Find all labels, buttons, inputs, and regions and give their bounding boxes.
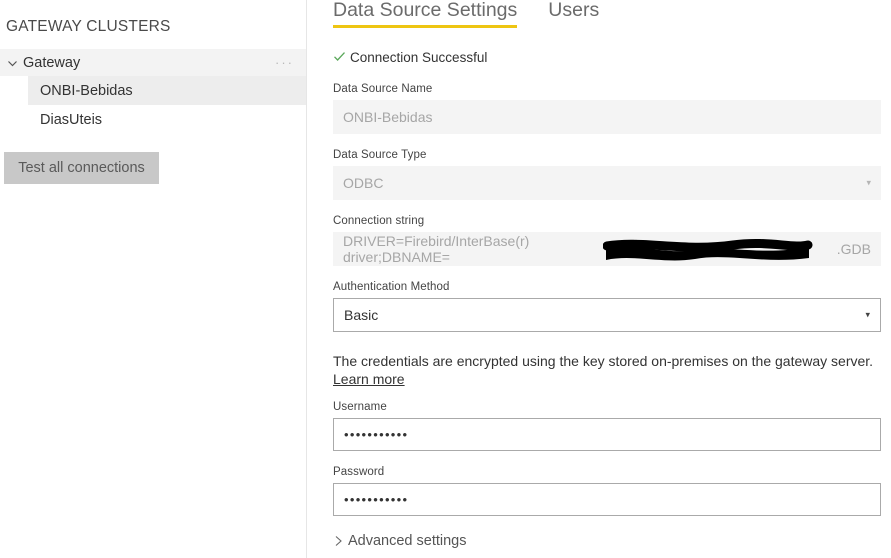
sidebar-item-diasuteis[interactable]: DiasUteis <box>28 105 306 134</box>
gateway-management-page: GATEWAY CLUSTERS Gateway ··· ONBI-Bebida… <box>0 0 891 558</box>
field-label: Password <box>333 466 385 478</box>
learn-more-link[interactable]: Learn more <box>333 371 405 387</box>
field-label: Data Source Type <box>333 149 427 161</box>
credentials-form: Username ••••••••••• Password ••••••••••… <box>333 400 881 516</box>
sidebar-heading: GATEWAY CLUSTERS <box>6 18 171 35</box>
credential-note: The credentials are encrypted using the … <box>333 352 889 388</box>
data-source-type-select: ODBC ▾ <box>333 166 881 200</box>
password-input[interactable]: ••••••••••• <box>333 483 881 516</box>
connection-status: Connection Successful <box>333 50 891 65</box>
tab-users[interactable]: Users <box>548 0 599 28</box>
advanced-settings-label: Advanced settings <box>348 533 467 549</box>
username-input[interactable]: ••••••••••• <box>333 418 881 451</box>
connection-status-label: Connection Successful <box>350 50 488 65</box>
input-value: ••••••••••• <box>344 492 409 507</box>
advanced-settings-toggle[interactable]: Advanced settings <box>333 532 891 550</box>
select-value: Basic <box>344 307 379 323</box>
input-value: ••••••••••• <box>344 427 409 442</box>
sidebar-item-label: DiasUteis <box>40 111 103 128</box>
tab-bar: Data Source Settings Users <box>307 0 891 30</box>
field-label: Connection string <box>333 215 425 227</box>
sidebar-item-onbi-bebidas[interactable]: ONBI-Bebidas <box>28 76 306 105</box>
field-label: Data Source Name <box>333 83 433 95</box>
input-value-prefix: DRIVER=Firebird/InterBase(r) driver;DBNA… <box>343 233 530 265</box>
field-label: Username <box>333 401 387 413</box>
chevron-right-icon <box>333 535 344 547</box>
field-label: Authentication Method <box>333 281 450 293</box>
authentication-method-select[interactable]: Basic ▾ <box>333 298 881 332</box>
field-authentication-method: Authentication Method Basic ▾ <box>333 280 881 332</box>
select-value: ODBC <box>343 175 384 191</box>
credential-note-text: The credentials are encrypted using the … <box>333 353 874 369</box>
sidebar: GATEWAY CLUSTERS Gateway ··· ONBI-Bebida… <box>0 0 307 558</box>
check-icon <box>333 50 346 63</box>
chevron-down-icon: ▾ <box>865 309 870 320</box>
connection-string-input: DRIVER=Firebird/InterBase(r) driver;DBNA… <box>333 232 881 266</box>
more-options-icon[interactable]: ··· <box>275 56 296 69</box>
redaction-mark <box>603 238 813 261</box>
input-value-suffix: .GDB <box>836 241 871 257</box>
sidebar-item-label: ONBI-Bebidas <box>40 82 133 99</box>
cluster-name: Gateway <box>23 54 81 71</box>
chevron-down-icon: ▾ <box>866 177 871 188</box>
field-data-source-name: Data Source Name ONBI-Bebidas <box>333 82 881 134</box>
data-source-name-input: ONBI-Bebidas <box>333 100 881 134</box>
input-value: ONBI-Bebidas <box>343 109 433 125</box>
chevron-down-icon[interactable] <box>6 57 19 70</box>
cluster-row-gateway[interactable]: Gateway ··· <box>0 49 306 76</box>
field-connection-string: Connection string DRIVER=Firebird/InterB… <box>333 214 881 266</box>
tab-data-source-settings[interactable]: Data Source Settings <box>333 0 518 28</box>
main-panel: Data Source Settings Users Connection Su… <box>307 0 891 558</box>
field-data-source-type: Data Source Type ODBC ▾ <box>333 148 881 200</box>
data-source-form: Data Source Name ONBI-Bebidas Data Sourc… <box>333 82 881 332</box>
test-all-connections-button[interactable]: Test all connections <box>4 152 159 184</box>
field-password: Password ••••••••••• <box>333 465 881 516</box>
field-username: Username ••••••••••• <box>333 400 881 451</box>
